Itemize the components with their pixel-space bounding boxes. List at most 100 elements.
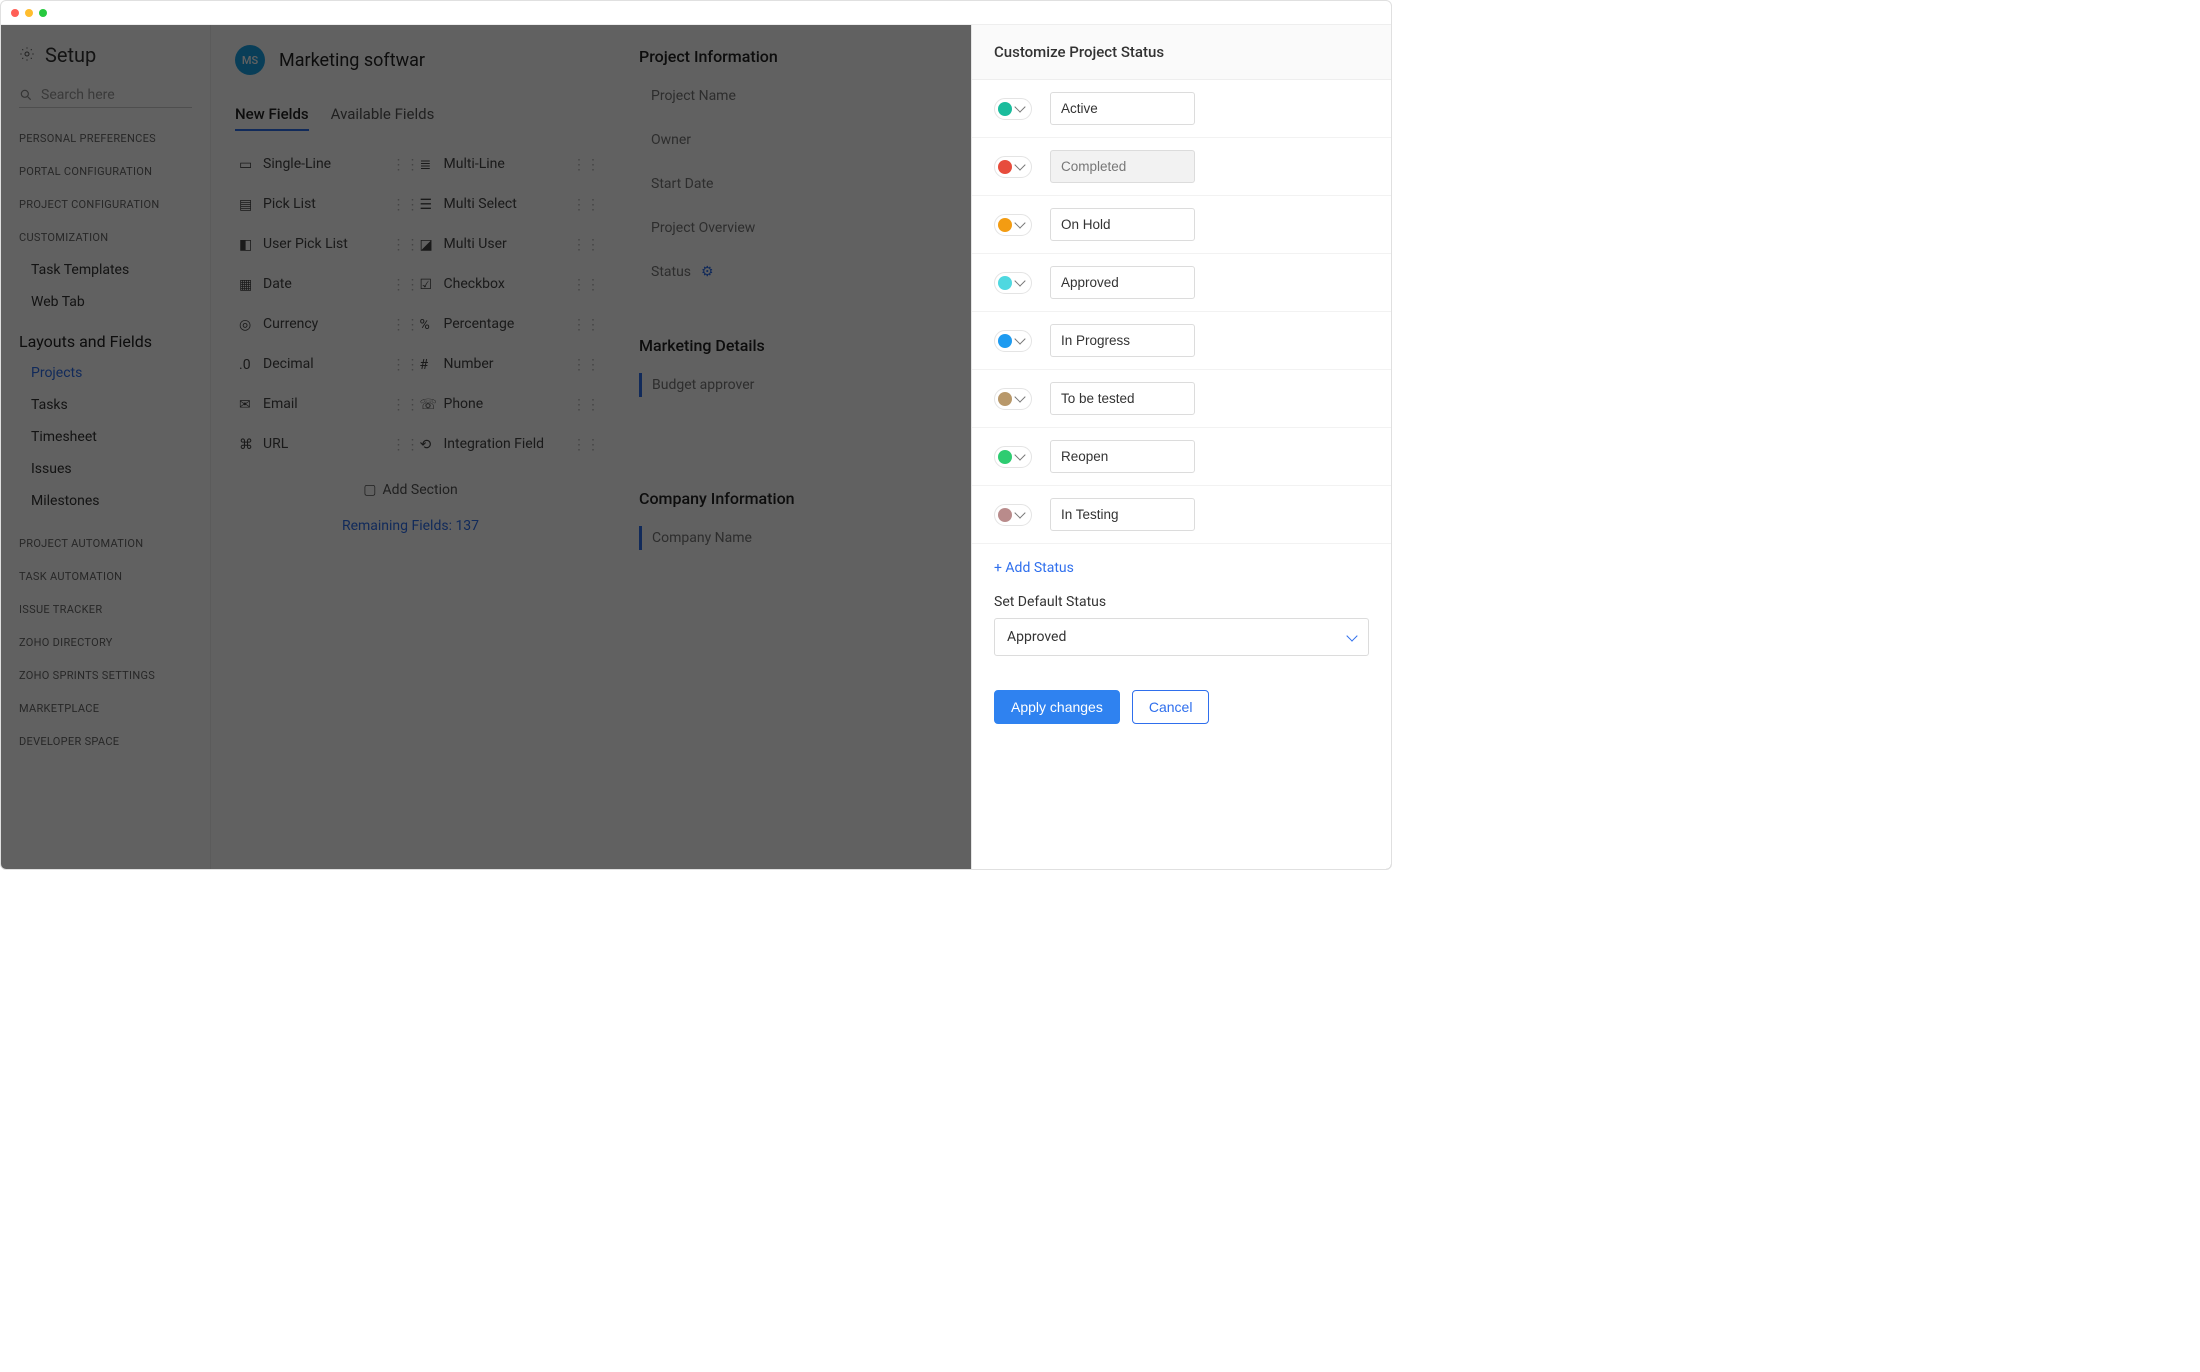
field-decimal[interactable]: .0Decimal⋮⋮ bbox=[235, 344, 406, 384]
drag-handle-icon[interactable]: ⋮⋮ bbox=[392, 397, 402, 411]
drag-handle-icon[interactable]: ⋮⋮ bbox=[392, 197, 402, 211]
field-url[interactable]: ⌘URL⋮⋮ bbox=[235, 424, 406, 464]
nav-issue-tracker[interactable]: ISSUE TRACKER bbox=[1, 593, 210, 626]
tab-new-fields[interactable]: New Fields bbox=[235, 99, 309, 131]
drag-handle-icon[interactable]: ⋮⋮ bbox=[392, 437, 402, 451]
color-picker[interactable] bbox=[994, 272, 1032, 294]
field-checkbox[interactable]: ☑Checkbox⋮⋮ bbox=[416, 264, 587, 304]
drag-handle-icon[interactable]: ⋮⋮ bbox=[572, 437, 582, 451]
drag-handle-icon[interactable]: ⋮⋮ bbox=[572, 317, 582, 331]
drag-handle-icon[interactable]: ⋮⋮ bbox=[572, 397, 582, 411]
drag-handle-icon[interactable]: ⋮⋮ bbox=[392, 157, 402, 171]
drag-handle-icon[interactable]: ⋮⋮ bbox=[572, 237, 582, 251]
field-pick-list[interactable]: ▤Pick List⋮⋮ bbox=[235, 184, 406, 224]
field-integration-field[interactable]: ⟲Integration Field⋮⋮ bbox=[416, 424, 587, 464]
color-picker[interactable] bbox=[994, 446, 1032, 468]
nav-portal-configuration[interactable]: PORTAL CONFIGURATION bbox=[1, 155, 210, 188]
add-status-button[interactable]: + Add Status bbox=[972, 544, 1391, 580]
tab-available-fields[interactable]: Available Fields bbox=[331, 99, 435, 131]
color-swatch bbox=[998, 218, 1012, 232]
status-settings-icon[interactable]: ⚙ bbox=[701, 264, 714, 280]
field-label: Number bbox=[444, 356, 494, 372]
sidebar-search-wrap: Search here bbox=[1, 77, 210, 122]
drag-handle-icon[interactable]: ⋮⋮ bbox=[572, 157, 582, 171]
nav-task-templates[interactable]: Task Templates bbox=[1, 254, 210, 286]
default-status-select[interactable]: Approved bbox=[994, 618, 1369, 656]
sidebar: Setup Search here PERSONAL PREFERENCES P… bbox=[1, 25, 211, 869]
nav-developer-space[interactable]: DEVELOPER SPACE bbox=[1, 725, 210, 758]
window-zoom-dot[interactable] bbox=[39, 9, 47, 17]
color-picker[interactable] bbox=[994, 156, 1032, 178]
status-name-input[interactable] bbox=[1050, 324, 1195, 357]
drag-handle-icon[interactable]: ⋮⋮ bbox=[572, 357, 582, 371]
color-picker[interactable] bbox=[994, 98, 1032, 120]
window-minimize-dot[interactable] bbox=[25, 9, 33, 17]
drag-handle-icon[interactable]: ⋮⋮ bbox=[572, 277, 582, 291]
setup-header: Setup bbox=[1, 35, 210, 77]
gear-icon bbox=[19, 43, 35, 67]
field-currency[interactable]: ◎Currency⋮⋮ bbox=[235, 304, 406, 344]
search-placeholder: Search here bbox=[41, 87, 115, 103]
field-user-pick-list[interactable]: ◧User Pick List⋮⋮ bbox=[235, 224, 406, 264]
nav-timesheet[interactable]: Timesheet bbox=[1, 421, 210, 453]
nav-task-automation[interactable]: TASK AUTOMATION bbox=[1, 560, 210, 593]
field-multi-user[interactable]: ◪Multi User⋮⋮ bbox=[416, 224, 587, 264]
drag-handle-icon[interactable]: ⋮⋮ bbox=[392, 317, 402, 331]
add-section-button[interactable]: ▢ Add Section bbox=[235, 464, 586, 504]
apply-changes-button[interactable]: Apply changes bbox=[994, 690, 1120, 724]
field-multi-select[interactable]: ☰Multi Select⋮⋮ bbox=[416, 184, 587, 224]
field-type-icon: ☑ bbox=[420, 277, 434, 291]
status-name-input[interactable] bbox=[1050, 266, 1195, 299]
status-name-input[interactable] bbox=[1050, 440, 1195, 473]
cancel-button[interactable]: Cancel bbox=[1132, 690, 1210, 724]
nav-marketplace[interactable]: MARKETPLACE bbox=[1, 692, 210, 725]
nav-web-tab[interactable]: Web Tab bbox=[1, 286, 210, 318]
status-name-input[interactable] bbox=[1050, 92, 1195, 125]
nav-zoho-directory[interactable]: ZOHO DIRECTORY bbox=[1, 626, 210, 659]
field-email[interactable]: ✉Email⋮⋮ bbox=[235, 384, 406, 424]
nav-zoho-sprints[interactable]: ZOHO SPRINTS SETTINGS bbox=[1, 659, 210, 692]
window-close-dot[interactable] bbox=[11, 9, 19, 17]
nav-customization[interactable]: CUSTOMIZATION bbox=[1, 221, 210, 254]
nav-issues[interactable]: Issues bbox=[1, 453, 210, 485]
project-title: Marketing softwar bbox=[279, 50, 425, 71]
status-name-input[interactable] bbox=[1050, 382, 1195, 415]
project-header: MS Marketing softwar bbox=[235, 45, 586, 93]
chevron-down-icon bbox=[1014, 449, 1025, 460]
add-section-label: Add Section bbox=[383, 482, 458, 498]
chevron-down-icon bbox=[1014, 101, 1025, 112]
drag-handle-icon[interactable]: ⋮⋮ bbox=[572, 197, 582, 211]
status-name-input bbox=[1050, 150, 1195, 183]
color-picker[interactable] bbox=[994, 388, 1032, 410]
nav-project-configuration[interactable]: PROJECT CONFIGURATION bbox=[1, 188, 210, 221]
drag-handle-icon[interactable]: ⋮⋮ bbox=[392, 237, 402, 251]
color-swatch bbox=[998, 392, 1012, 406]
field-percentage[interactable]: %Percentage⋮⋮ bbox=[416, 304, 587, 344]
nav-projects[interactable]: Projects bbox=[1, 357, 210, 389]
field-date[interactable]: ▦Date⋮⋮ bbox=[235, 264, 406, 304]
field-number[interactable]: #Number⋮⋮ bbox=[416, 344, 587, 384]
color-picker[interactable] bbox=[994, 330, 1032, 352]
info-status-label: Status bbox=[651, 264, 691, 280]
status-row-in-progress bbox=[972, 312, 1391, 370]
nav-project-automation[interactable]: PROJECT AUTOMATION bbox=[1, 517, 210, 560]
color-picker[interactable] bbox=[994, 504, 1032, 526]
drag-handle-icon[interactable]: ⋮⋮ bbox=[392, 277, 402, 291]
nav-milestones[interactable]: Milestones bbox=[1, 485, 210, 517]
status-name-input[interactable] bbox=[1050, 498, 1195, 531]
sidebar-search[interactable]: Search here bbox=[19, 83, 192, 108]
status-name-input[interactable] bbox=[1050, 208, 1195, 241]
chevron-down-icon bbox=[1014, 159, 1025, 170]
nav-personal-preferences[interactable]: PERSONAL PREFERENCES bbox=[1, 122, 210, 155]
color-picker[interactable] bbox=[994, 214, 1032, 236]
field-multi-line[interactable]: ≣Multi-Line⋮⋮ bbox=[416, 144, 587, 184]
nav-tasks[interactable]: Tasks bbox=[1, 389, 210, 421]
status-row-active bbox=[972, 80, 1391, 138]
field-phone[interactable]: ☏Phone⋮⋮ bbox=[416, 384, 587, 424]
project-avatar: MS bbox=[235, 45, 265, 75]
drag-handle-icon[interactable]: ⋮⋮ bbox=[392, 357, 402, 371]
field-single-line[interactable]: ▭Single-Line⋮⋮ bbox=[235, 144, 406, 184]
field-type-icon: ✉ bbox=[239, 397, 253, 411]
field-label: URL bbox=[263, 436, 288, 452]
status-row-approved bbox=[972, 254, 1391, 312]
